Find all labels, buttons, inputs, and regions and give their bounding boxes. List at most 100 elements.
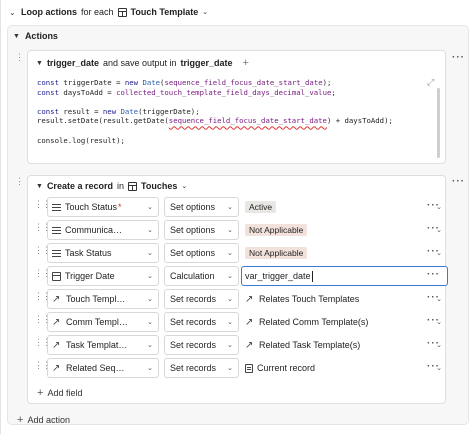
more-options-icon[interactable]: ··· <box>452 176 465 187</box>
operation-select[interactable]: Set records ⌄ <box>164 289 239 309</box>
field-select[interactable]: Touch Status * ⌄ <box>47 197 159 217</box>
chevron-down-icon: ⌄ <box>227 227 233 234</box>
record-icon <box>245 363 253 373</box>
field-select[interactable]: ↗ Task Templat… ⌄ <box>47 335 159 355</box>
code-line: console.log(result); <box>37 135 125 145</box>
loop-header[interactable]: ⌄ Loop actions for each Touch Template ⌄ <box>9 5 208 19</box>
field-row: ⋮⋮ Communica… ⌄ Set options ⌄ Not Applic… <box>31 220 443 240</box>
linked-field-name: Relates Touch Templates <box>259 294 360 304</box>
code-line: const result = new Date(triggerDate); <box>37 106 200 116</box>
expand-icon[interactable]: ⤢ <box>427 77 434 88</box>
link-arrow-icon: ↗ <box>245 293 254 305</box>
more-options-icon[interactable]: ··· <box>427 269 440 280</box>
drag-handle-icon[interactable]: ⋮⋮ <box>34 315 51 327</box>
calculation-input[interactable]: var_trigger_date <box>241 266 448 286</box>
operation-label: Set records <box>170 317 217 327</box>
operation-select[interactable]: Set options ⌄ <box>164 197 239 217</box>
chevron-down-icon[interactable]: ▼ <box>36 60 43 67</box>
linked-field-name: Related Comm Template(s) <box>259 317 369 327</box>
loop-label: Loop actions <box>21 7 77 17</box>
field-name: Communica… <box>65 225 123 235</box>
chevron-down-icon: ⌄ <box>147 273 153 280</box>
chevron-down-icon: ⌄ <box>147 342 153 349</box>
field-select[interactable]: Communica… ⌄ <box>47 220 159 240</box>
script-step-header[interactable]: ▼ trigger_date and save output in trigge… <box>36 57 249 69</box>
plus-icon[interactable]: + <box>243 57 249 69</box>
chevron-down-icon: ⌄ <box>147 250 153 257</box>
calculation-value: var_trigger_date <box>245 271 311 281</box>
scrollbar[interactable] <box>437 88 440 158</box>
value-select[interactable]: ↗ Relates Touch Templates ⌄ <box>241 289 448 309</box>
field-name: Trigger Date <box>65 271 115 281</box>
more-options-icon[interactable]: ··· <box>427 223 440 234</box>
code-editor[interactable]: const triggerDate = new Date(sequence_fi… <box>37 78 393 145</box>
more-options-icon[interactable]: ··· <box>427 361 440 372</box>
script-var-name: trigger_date <box>46 58 99 68</box>
value-label: Current record <box>257 363 316 373</box>
drag-handle-icon[interactable]: ⋮⋮ <box>34 200 51 212</box>
code-line: const daysToAdd = collected_touch_templa… <box>37 87 336 97</box>
chevron-down-icon: ⌄ <box>227 296 233 303</box>
chevron-down-icon[interactable]: ▼ <box>13 33 20 40</box>
chevron-down-icon: ⌄ <box>147 204 153 211</box>
add-action-label: Add action <box>27 415 70 425</box>
drag-handle-icon[interactable]: ⋮⋮ <box>15 53 32 65</box>
drag-handle-icon[interactable]: ⋮⋮ <box>15 177 32 189</box>
drag-handle-icon[interactable]: ⋮⋮ <box>34 246 51 258</box>
value-select[interactable]: ↗ Related Comm Template(s) ⌄ <box>241 312 448 332</box>
chevron-down-icon: ⌄ <box>227 365 233 372</box>
field-row: ⋮⋮ Touch Status * ⌄ Set options ⌄ Active … <box>31 197 443 217</box>
chevron-down-icon[interactable]: ⌄ <box>181 182 187 190</box>
value-select[interactable]: Not Applicable ⌄ <box>241 243 448 263</box>
chevron-down-icon[interactable]: ▼ <box>36 183 43 190</box>
chevron-down-icon[interactable]: ⌄ <box>202 8 208 16</box>
link-arrow-icon: ↗ <box>52 316 61 328</box>
value-select[interactable]: Active ⌄ <box>241 197 448 217</box>
drag-handle-icon[interactable]: ⋮⋮ <box>34 338 51 350</box>
value-select[interactable]: Current record ⌄ <box>241 358 448 378</box>
value-select[interactable]: ↗ Related Task Template(s) ⌄ <box>241 335 448 355</box>
add-field-label: Add field <box>47 388 83 398</box>
chevron-down-icon: ⌄ <box>147 365 153 372</box>
operation-label: Set options <box>170 202 216 212</box>
more-options-icon[interactable]: ··· <box>427 315 440 326</box>
value-select[interactable]: Not Applicable ⌄ <box>241 220 448 240</box>
field-select[interactable]: ↗ Comm Templ… ⌄ <box>47 312 159 332</box>
plus-icon: + <box>37 387 44 399</box>
operation-select[interactable]: Set options ⌄ <box>164 220 239 240</box>
chevron-down-icon[interactable]: ⌄ <box>9 8 17 17</box>
create-table[interactable]: Touches <box>141 181 177 191</box>
loop-table[interactable]: Touch Template <box>131 7 199 17</box>
operation-select[interactable]: Set records ⌄ <box>164 312 239 332</box>
operation-select[interactable]: Set records ⌄ <box>164 358 239 378</box>
operation-select[interactable]: Set options ⌄ <box>164 243 239 263</box>
option-tag: Active <box>245 201 277 213</box>
add-field-button[interactable]: + Add field <box>37 387 82 399</box>
script-middle-text: and save output in <box>102 58 177 68</box>
field-select[interactable]: Trigger Date ⌄ <box>47 266 159 286</box>
chevron-down-icon: ⌄ <box>227 319 233 326</box>
drag-handle-icon[interactable]: ⋮⋮ <box>34 269 51 281</box>
field-row: ⋮⋮ ↗ Touch Templ… ⌄ Set records ⌄ ↗ Rela… <box>31 289 443 309</box>
field-select[interactable]: ↗ Related Seq… ⌄ <box>47 358 159 378</box>
field-select[interactable]: Task Status ⌄ <box>47 243 159 263</box>
add-action-button[interactable]: + Add action <box>17 414 70 426</box>
operation-select[interactable]: Calculation ⌄ <box>164 266 239 286</box>
more-options-icon[interactable]: ··· <box>452 52 465 63</box>
field-name: Touch Templ… <box>66 294 126 304</box>
more-options-icon[interactable]: ··· <box>427 200 440 211</box>
more-options-icon[interactable]: ··· <box>427 246 440 257</box>
more-options-icon[interactable]: ··· <box>427 338 440 349</box>
create-step-header[interactable]: ▼ Create a record in Touches ⌄ <box>36 181 187 191</box>
more-options-icon[interactable]: ··· <box>427 292 440 303</box>
text-cursor <box>311 270 313 282</box>
drag-handle-icon[interactable]: ⋮⋮ <box>34 361 51 373</box>
list-icon <box>52 203 61 211</box>
operation-select[interactable]: Set records ⌄ <box>164 335 239 355</box>
field-name: Task Templat… <box>66 340 128 350</box>
drag-handle-icon[interactable]: ⋮⋮ <box>34 223 51 235</box>
actions-header[interactable]: ▼ Actions <box>13 31 58 41</box>
field-select[interactable]: ↗ Touch Templ… ⌄ <box>47 289 159 309</box>
drag-handle-icon[interactable]: ⋮⋮ <box>34 292 51 304</box>
create-in-text: in <box>116 181 124 191</box>
